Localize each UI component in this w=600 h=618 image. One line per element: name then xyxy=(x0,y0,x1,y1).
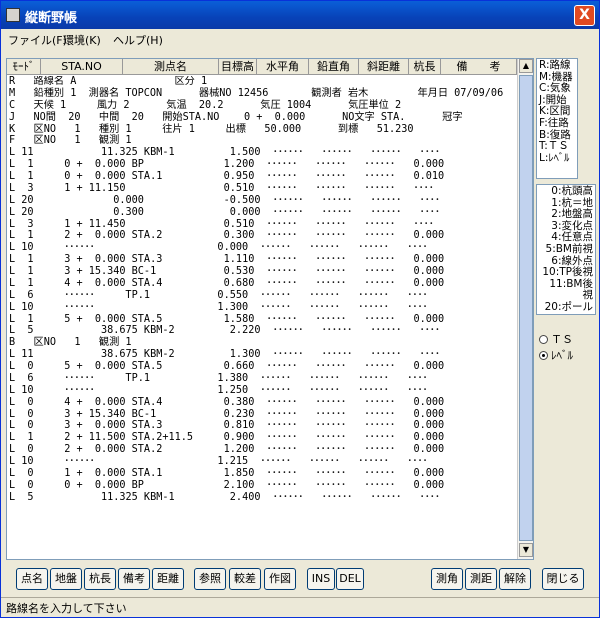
table-row[interactable]: L 0 2 + 0.000 STA.2 1.200 ･･････ ･･････ … xyxy=(9,444,517,456)
table-row[interactable]: L 3 1 + 11.450 0.510 ･･････ ･･････ ･････… xyxy=(9,219,517,231)
table-row[interactable]: L 0 0 + 0.000 BP 2.100 ･･････ ･･････ ･･･… xyxy=(9,480,517,492)
table-row[interactable]: L 6 ･･････ TP.1 0.550 ･･････ ･･････ ････… xyxy=(9,290,517,302)
mode-legend-item: L:ﾚﾍﾞﾙ xyxy=(539,151,570,164)
table-row[interactable]: L 0 3 + 15.340 BC-1 0.230 ･･････ ･･････ … xyxy=(9,409,517,421)
code-legend: 0:杭頭高 1:杭＝地 2:地盤高 3:変化点 4:任意点 5:BM前視 6:線外点 10:T… xyxy=(536,184,596,315)
radio-level-label: ﾚﾍﾞﾙ xyxy=(551,349,573,362)
table-row[interactable]: L 10 ･･････ 0.000 ･･････ ･･････ ･･････ ･… xyxy=(9,242,517,254)
table-row[interactable]: L 5 11.325 KBM-1 2.400 ･･････ ･･････ ･･･… xyxy=(9,492,517,504)
vertical-scrollbar[interactable]: ▲ ▼ xyxy=(517,59,533,559)
radio-level-icon[interactable] xyxy=(539,351,548,360)
col-vertical-angle: 鉛直角 xyxy=(309,59,359,75)
table-row[interactable]: L 3 1 + 11.150 0.510 ･･････ ･･････ ･････… xyxy=(9,183,517,195)
table-row[interactable]: L 1 4 + 0.000 STA.4 0.680 ･･････ ･･････ … xyxy=(9,278,517,290)
col-target-height: 目標高 xyxy=(219,59,257,75)
radio-ts-label: ＴＳ xyxy=(551,333,573,346)
remarks-button[interactable]: 備考 xyxy=(118,568,150,590)
close-button[interactable]: X xyxy=(574,5,595,26)
menu-environment[interactable]: 環境(K) xyxy=(63,32,101,48)
col-remarks: 備 考 xyxy=(441,59,517,75)
app-icon xyxy=(6,8,20,22)
reference-button[interactable]: 参照 xyxy=(194,568,226,590)
table-row[interactable]: J NO間 20 中間 20 開始STA.NO 0 + 0.000 NO文字 S… xyxy=(9,112,517,124)
ground-button[interactable]: 地盤 xyxy=(50,568,82,590)
table-row[interactable]: F 区NO 1 観測 1 xyxy=(9,135,517,147)
table-row[interactable]: L 11 38.675 KBM-2 1.300 ･･････ ･･････ ･･… xyxy=(9,349,517,361)
table-row[interactable]: L 0 5 + 0.000 STA.5 0.660 ･･････ ･･････ … xyxy=(9,361,517,373)
table-row[interactable]: L 1 0 + 0.000 STA.1 0.950 ･･････ ･･････ … xyxy=(9,171,517,183)
title-bar: 縦断野帳 X xyxy=(1,1,599,29)
table-row[interactable]: L 1 2 + 11.500 STA.2+11.5 0.900 ･･････ ･… xyxy=(9,432,517,444)
table-row[interactable]: L 20 0.000 -0.500 ･･････ ･･････ ･･････ ･… xyxy=(9,195,517,207)
code-legend-item: 0:杭頭高 xyxy=(551,185,593,197)
table-row[interactable]: L 1 5 + 0.000 STA.5 1.580 ･･････ ･･････ … xyxy=(9,314,517,326)
delete-button[interactable]: DEL xyxy=(336,568,364,590)
main-window: 縦断野帳 X ファイル(F) 環境(K) ヘルプ(H) ﾓｰﾄﾞ STA.NO … xyxy=(0,0,600,618)
radio-level[interactable]: ﾚﾍﾞﾙ xyxy=(539,347,573,363)
grid-rows[interactable]: R 路線名 A 区分 1M 鉛種別 1 測器名 TOPCON 器械NO 1245… xyxy=(9,76,517,556)
table-row[interactable]: L 1 3 + 15.340 BC-1 0.530 ･･････ ･･････ … xyxy=(9,266,517,278)
stake-length-button[interactable]: 杭長 xyxy=(84,568,116,590)
table-row[interactable]: L 10 ･･････ 1.300 ･･････ ･･････ ･･････ ･… xyxy=(9,302,517,314)
table-row[interactable]: L 5 38.675 KBM-2 2.220 ･･････ ･･････ ･･･… xyxy=(9,325,517,337)
table-row[interactable]: C 天候 1 風力 2 気温 20.2 気圧 1004 気圧単位 2 xyxy=(9,100,517,112)
status-bar: 路線名を入力して下さい xyxy=(1,597,599,617)
table-row[interactable]: L 1 2 + 0.000 STA.2 0.300 ･･････ ･･････ … xyxy=(9,230,517,242)
fieldbook-grid[interactable]: ﾓｰﾄﾞ STA.NO 測点名 目標高 水平角 鉛直角 斜距離 杭長 備 考 R… xyxy=(6,58,534,560)
table-row[interactable]: K 区NO 1 種別 1 往片 1 出標 50.000 到標 51.230 xyxy=(9,124,517,136)
col-point-name: 測点名 xyxy=(123,59,219,75)
table-row[interactable]: L 20 0.300 0.000 ･･････ ･･････ ･･････ ･･… xyxy=(9,207,517,219)
measure-angle-button[interactable]: 測角 xyxy=(431,568,463,590)
table-row[interactable]: L 1 0 + 0.000 BP 1.200 ･･････ ･･････ ･･･… xyxy=(9,159,517,171)
release-button[interactable]: 解除 xyxy=(499,568,531,590)
code-legend-item: 11:BM後視 xyxy=(549,277,593,302)
plot-button[interactable]: 作図 xyxy=(264,568,296,590)
table-row[interactable]: M 鉛種別 1 測器名 TOPCON 器械NO 12456 観測者 岩木 年月日… xyxy=(9,88,517,100)
menu-bar: ファイル(F) 環境(K) ヘルプ(H) xyxy=(1,29,599,49)
col-slope-distance: 斜距離 xyxy=(359,59,409,75)
menu-file[interactable]: ファイル(F) xyxy=(8,32,67,48)
col-mode: ﾓｰﾄﾞ xyxy=(7,59,41,75)
mode-legend-item: R:路線 xyxy=(539,59,571,71)
radio-ts-icon[interactable] xyxy=(539,335,548,344)
close-window-button[interactable]: 閉じる xyxy=(542,568,584,590)
table-row[interactable]: L 0 3 + 0.000 STA.3 0.810 ･･････ ･･････ … xyxy=(9,420,517,432)
mode-legend: R:路線 M:機器 C:気象 J:開始 K:区間 F:往路 B:復路 T:ＴＳ L:ﾚﾍﾞﾙ xyxy=(536,58,578,179)
radio-ts[interactable]: ＴＳ xyxy=(539,331,573,347)
table-row[interactable]: L 1 3 + 0.000 STA.3 1.110 ･･････ ･･････ … xyxy=(9,254,517,266)
col-stake-length: 杭長 xyxy=(409,59,441,75)
insert-button[interactable]: INS xyxy=(307,568,335,590)
table-row[interactable]: L 10 ･･････ 1.250 ･･････ ･･････ ･･････ ･… xyxy=(9,385,517,397)
col-horizontal-angle: 水平角 xyxy=(257,59,309,75)
window-title: 縦断野帳 xyxy=(25,11,78,26)
code-legend-item: 10:TP後視 xyxy=(542,266,593,279)
table-row[interactable]: L 6 ･･････ TP.1 1.380 ･･････ ･･････ ････… xyxy=(9,373,517,385)
grid-header: ﾓｰﾄﾞ STA.NO 測点名 目標高 水平角 鉛直角 斜距離 杭長 備 考 xyxy=(7,59,517,75)
distance-button[interactable]: 距離 xyxy=(152,568,184,590)
table-row[interactable]: L 0 4 + 0.000 STA.4 0.380 ･･････ ･･････ … xyxy=(9,397,517,409)
table-row[interactable]: L 10 ･･････ 1.215 ･･････ ･･････ ･･････ ･… xyxy=(9,456,517,468)
mode-legend-item: T:ＴＳ xyxy=(539,140,569,153)
table-row[interactable]: L 11 11.325 KBM-1 1.500 ･･････ ･･････ ･･… xyxy=(9,147,517,159)
point-name-button[interactable]: 点名 xyxy=(16,568,48,590)
table-row[interactable]: L 0 1 + 0.000 STA.1 1.850 ･･････ ･･････ … xyxy=(9,468,517,480)
table-row[interactable]: B 区NO 1 観測 1 xyxy=(9,337,517,349)
mode-legend-item: F:往路 xyxy=(539,116,569,129)
menu-help[interactable]: ヘルプ(H) xyxy=(113,32,163,48)
code-legend-item: 20:ポール xyxy=(544,300,593,313)
measure-distance-button[interactable]: 測距 xyxy=(465,568,497,590)
col-stano: STA.NO xyxy=(41,59,123,75)
scroll-up-icon[interactable]: ▲ xyxy=(519,59,533,73)
code-legend-item: 5:BM前視 xyxy=(545,242,593,255)
scroll-down-icon[interactable]: ▼ xyxy=(519,543,533,557)
scroll-thumb[interactable] xyxy=(519,75,533,541)
table-row[interactable]: R 路線名 A 区分 1 xyxy=(9,76,517,88)
difference-button[interactable]: 較差 xyxy=(229,568,261,590)
